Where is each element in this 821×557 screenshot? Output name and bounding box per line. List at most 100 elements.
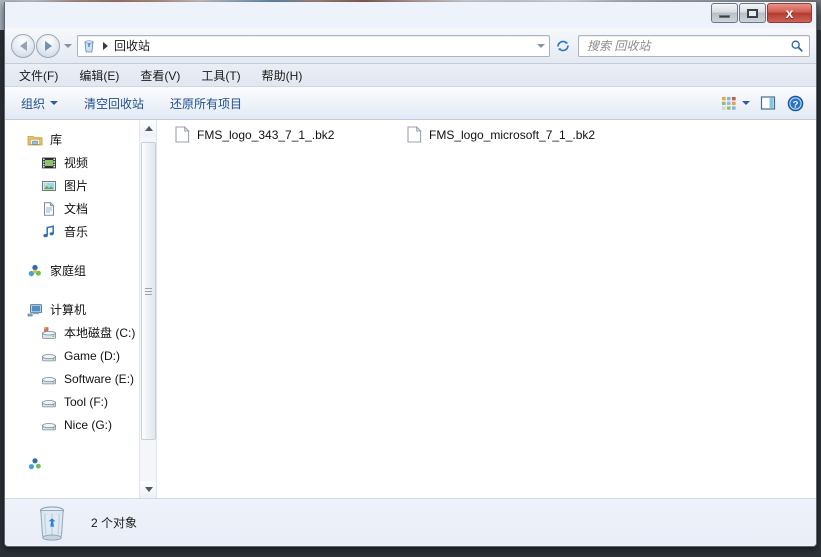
sidebar-item-drive-f[interactable]: Tool (F:) [5, 390, 156, 413]
recycle-bin-icon [84, 39, 94, 52]
sidebar-label: 库 [50, 133, 63, 147]
menu-bar: 文件(F) 编辑(E) 查看(V) 工具(T) 帮助(H) [5, 64, 816, 87]
preview-pane-icon [760, 96, 776, 110]
minimize-button[interactable] [711, 3, 738, 23]
navigation-bar: 回收站 搜索 回收站 [5, 28, 816, 64]
svg-text:?: ? [793, 99, 799, 110]
explorer-window: x 回收站 搜索 回收站 文件(F) 编辑(E) 查看(V) 工具(T) 帮助(… [4, 2, 817, 547]
recent-locations-button[interactable] [61, 34, 75, 58]
scrollbar-thumb[interactable] [141, 142, 156, 440]
command-bar-right-group: ? [721, 95, 808, 112]
computer-icon [27, 303, 42, 316]
sidebar-label: Nice (G:) [64, 417, 112, 432]
sidebar-item-drive-g[interactable]: Nice (G:) [5, 413, 156, 436]
minimize-icon [719, 14, 730, 18]
sidebar-label: 家庭组 [50, 264, 87, 278]
organize-button[interactable]: 组织 [21, 95, 59, 112]
menu-tools[interactable]: 工具(T) [199, 66, 242, 85]
library-folder-icon [27, 135, 43, 145]
sidebar-item-libraries[interactable]: 库 [5, 128, 156, 151]
change-view-button[interactable] [721, 96, 750, 111]
chevron-down-icon [50, 101, 59, 105]
view-options-icon [722, 96, 736, 110]
preview-pane-button[interactable] [760, 95, 777, 111]
empty-recycle-bin-label: 清空回收站 [84, 96, 145, 111]
restore-all-items-button[interactable]: 还原所有项目 [170, 95, 242, 112]
search-box[interactable]: 搜索 回收站 [578, 34, 810, 57]
restore-all-items-label: 还原所有项目 [170, 96, 243, 111]
organize-label: 组织 [21, 96, 46, 111]
file-list-item[interactable]: FMS_logo_microsoft_7_1_.bk2 [403, 124, 599, 145]
generic-file-icon [407, 126, 422, 143]
back-button[interactable] [11, 33, 35, 58]
maximize-button[interactable] [739, 3, 766, 23]
sidebar-label: 图片 [64, 179, 89, 193]
documents-icon [44, 201, 55, 216]
pictures-icon [42, 180, 56, 191]
window-controls: x [711, 3, 812, 23]
back-arrow-icon [19, 40, 27, 51]
forward-arrow-icon [44, 40, 52, 51]
sidebar-item-homegroup[interactable]: 家庭组 [5, 259, 156, 282]
sidebar-item-drive-e[interactable]: Software (E:) [5, 367, 156, 390]
sidebar-label: 视频 [64, 156, 89, 170]
content-area: 库 视频 图片 文档 音乐 家庭组 计算机 本地磁盘 (C:) Game (D:… [5, 120, 816, 498]
search-input[interactable]: 搜索 回收站 [587, 37, 650, 54]
menu-edit[interactable]: 编辑(E) [77, 66, 121, 85]
sidebar-item-drive-d[interactable]: Game (D:) [5, 344, 156, 367]
drive-icon [42, 422, 56, 430]
close-button[interactable]: x [767, 3, 812, 23]
sidebar-item-computer[interactable]: 计算机 [5, 298, 156, 321]
sidebar-item-drive-c[interactable]: 本地磁盘 (C:) [5, 321, 156, 344]
recycle-bin-icon [39, 506, 65, 541]
sidebar-label: 本地磁盘 (C:) [64, 326, 136, 340]
breadcrumb-current[interactable]: 回收站 [114, 37, 150, 54]
sidebar-item-documents[interactable]: 文档 [5, 197, 156, 220]
scroll-up-button[interactable] [140, 120, 156, 137]
address-bar[interactable]: 回收站 [77, 34, 550, 57]
search-icon [791, 40, 803, 52]
music-icon [43, 224, 54, 237]
scroll-down-button[interactable] [140, 481, 156, 498]
refresh-button[interactable] [552, 35, 574, 57]
menu-file[interactable]: 文件(F) [17, 66, 60, 85]
help-icon: ? [787, 95, 804, 111]
sidebar-scrollbar[interactable] [139, 120, 156, 498]
sidebar-item-pictures[interactable]: 图片 [5, 174, 156, 197]
maximize-icon [747, 8, 758, 18]
close-icon: x [785, 5, 794, 21]
sidebar-label: 音乐 [64, 225, 89, 239]
homegroup-icon [28, 264, 41, 276]
sidebar-item-videos[interactable]: 视频 [5, 151, 156, 174]
drive-icon [42, 353, 56, 361]
empty-recycle-bin-button[interactable]: 清空回收站 [84, 95, 144, 112]
address-dropdown-button[interactable] [537, 36, 545, 56]
drive-icon [42, 399, 56, 407]
system-drive-icon [42, 326, 56, 339]
window-titlebar[interactable]: x [5, 2, 816, 28]
help-button[interactable]: ? [787, 95, 804, 112]
forward-button[interactable] [36, 33, 60, 58]
sidebar-item-network-partial[interactable] [5, 452, 156, 475]
file-list[interactable]: FMS_logo_343_7_1_.bk2 FMS_logo_microsoft… [157, 120, 816, 498]
menu-view[interactable]: 查看(V) [138, 66, 182, 85]
breadcrumb-separator-icon [103, 41, 108, 50]
status-bar: 2 个对象 [5, 498, 816, 545]
chevron-down-icon [742, 101, 750, 105]
sidebar-label: Software (E:) [64, 371, 135, 386]
chevron-up-icon [144, 126, 153, 131]
chevron-down-icon [144, 487, 153, 492]
file-name: FMS_logo_microsoft_7_1_.bk2 [429, 127, 596, 142]
navigation-pane: 库 视频 图片 文档 音乐 家庭组 计算机 本地磁盘 (C:) Game (D:… [5, 120, 157, 498]
sidebar-label: Tool (F:) [64, 394, 109, 409]
file-name: FMS_logo_343_7_1_.bk2 [197, 127, 335, 142]
chevron-down-icon [537, 43, 545, 48]
menu-help[interactable]: 帮助(H) [260, 66, 305, 85]
file-list-item[interactable]: FMS_logo_343_7_1_.bk2 [171, 124, 338, 145]
drive-icon [42, 376, 56, 384]
sidebar-item-music[interactable]: 音乐 [5, 220, 156, 243]
network-icon [28, 457, 41, 469]
